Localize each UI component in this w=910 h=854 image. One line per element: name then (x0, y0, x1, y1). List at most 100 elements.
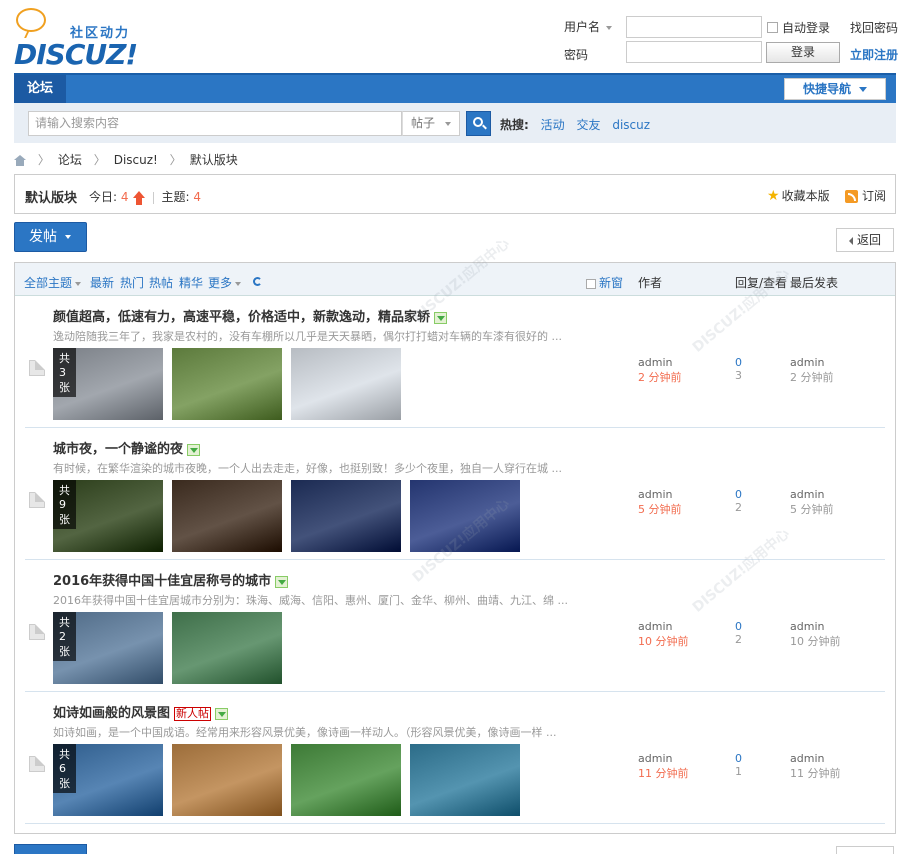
logo-bubble-icon (16, 8, 46, 32)
thread-summary: 2016年获得中国十佳宜居城市分别为：珠海、威海、信阳、惠州、厦门、金华、柳州、… (53, 594, 568, 607)
login-button[interactable]: 登录 (766, 42, 840, 63)
reply-count[interactable]: 0 (735, 752, 742, 765)
thread-summary: 如诗如画，是一个中国成语。经常用来形容风景优美，像诗画一样动人。（形容风景优美，… (53, 726, 557, 739)
image-attachment-icon (275, 575, 289, 588)
post-time: 5 分钟前 (638, 503, 682, 516)
chevron-down-icon (859, 87, 867, 92)
author-name[interactable]: admin (638, 620, 672, 633)
chevron-down-icon (235, 281, 242, 286)
last-post-time[interactable]: 2 分钟前 (790, 369, 834, 385)
last-post-time[interactable]: 5 分钟前 (790, 501, 834, 517)
hot-term-discuz[interactable]: discuz (612, 118, 650, 132)
subscribe-link[interactable]: 订阅 (845, 187, 886, 204)
thread-summary: 逸动陪随我三年了，我家是农村的，没有车棚所以几乎是天天暴晒，偶尔打打蜡对车辆的车… (53, 330, 562, 343)
breadcrumb-discuz[interactable]: Discuz! (114, 153, 158, 167)
breadcrumb-forum[interactable]: 论坛 (58, 153, 82, 167)
reply-view-count: 02 (735, 620, 742, 646)
thread-doc-icon (29, 624, 45, 640)
author-name[interactable]: admin (638, 488, 672, 501)
favorite-board-link[interactable]: ★ 收藏本版 (767, 187, 830, 204)
col-reply-view: 回复/查看 (735, 276, 788, 290)
reply-count[interactable]: 0 (735, 356, 742, 369)
image-count-badge: 共3张 (53, 348, 76, 397)
username-label[interactable]: 用户名 (564, 18, 613, 35)
thread-row[interactable]: 城市夜，一个静谧的夜 有时候，在繁华渲染的城市夜晚，一个人出去走走，好像，也挺别致… (15, 428, 895, 560)
thread-author: admin 5 分钟前 (638, 488, 682, 517)
author-name[interactable]: admin (638, 356, 672, 369)
thread-thumbnail[interactable] (172, 744, 282, 816)
back-button[interactable]: 返回 (836, 228, 894, 252)
thread-row[interactable]: 颜值超高，低速有力，高速平稳，价格适中，新款逸动，精品家轿逸动陪随我三年了，我家… (15, 296, 895, 428)
last-post: admin 2 分钟前 (790, 356, 834, 385)
chevron-down-icon (606, 25, 613, 30)
filter-more[interactable]: 更多 (208, 274, 242, 291)
home-icon[interactable] (14, 155, 26, 166)
last-post-author[interactable]: admin (790, 620, 824, 633)
forum-header: 默认版块 今日: 4 主题: 4 ★ 收藏本版 订阅 (14, 174, 896, 214)
new-user-badge: 新人帖 (174, 706, 212, 721)
thread-thumbnail[interactable] (172, 348, 282, 420)
auto-login-checkbox[interactable] (767, 22, 778, 33)
new-window-toggle[interactable]: 新窗 (586, 274, 623, 291)
chevron-down-icon (445, 121, 452, 126)
hot-term-activity[interactable]: 活动 (541, 118, 565, 132)
search-input[interactable]: 请输入搜索内容 (28, 111, 402, 136)
search-type-select[interactable]: 帖子 (402, 111, 460, 136)
refresh-icon[interactable] (253, 274, 262, 288)
nav-tab-forum[interactable]: 论坛 (14, 75, 66, 103)
thread-doc-icon (29, 492, 45, 508)
view-count: 2 (735, 501, 742, 514)
thread-author: admin 10 分钟前 (638, 620, 689, 649)
quick-nav-button[interactable]: 快捷导航 (784, 78, 886, 100)
thread-title[interactable]: 城市夜，一个静谧的夜 (53, 438, 201, 457)
reply-view-count: 01 (735, 752, 742, 778)
image-attachment-icon (187, 443, 201, 456)
thread-thumbnail[interactable] (410, 480, 520, 552)
last-post-author[interactable]: admin (790, 752, 824, 765)
thread-thumbnail[interactable] (291, 480, 401, 552)
logo-en-text: DISCUZ! (14, 38, 138, 71)
thread-title[interactable]: 2016年获得中国十佳宜居称号的城市 (53, 570, 289, 589)
thread-thumbnail[interactable] (172, 480, 282, 552)
last-post-author[interactable]: admin (790, 356, 824, 369)
new-post-button[interactable]: 发帖 (14, 222, 87, 252)
filter-digest[interactable]: 精华 (179, 274, 203, 291)
reply-count[interactable]: 0 (735, 488, 742, 501)
thread-thumbnail[interactable] (172, 612, 282, 684)
thread-doc-icon (29, 756, 45, 772)
thread-thumbnail[interactable] (291, 744, 401, 816)
hot-search-label: 热搜: (500, 118, 529, 132)
new-post-button-bottom[interactable] (14, 844, 87, 854)
new-window-checkbox[interactable] (586, 278, 596, 289)
back-button-bottom[interactable] (836, 846, 894, 854)
discuz-logo[interactable]: 社区动力 DISCUZ! (14, 6, 144, 71)
register-link[interactable]: 立即注册 (850, 46, 898, 63)
thread-title[interactable]: 颜值超高，低速有力，高速平稳，价格适中，新款逸动，精品家轿 (53, 306, 448, 325)
filter-all-topics[interactable]: 全部主题 (24, 274, 82, 291)
find-password-link[interactable]: 找回密码 (850, 19, 898, 36)
filter-latest[interactable]: 最新 (90, 274, 114, 291)
breadcrumb-default-board[interactable]: 默认版块 (190, 153, 238, 167)
image-count-badge: 共6张 (53, 744, 76, 793)
breadcrumb: 〉论坛 〉 Discuz! 〉默认版块 (14, 151, 238, 167)
last-post-author[interactable]: admin (790, 488, 824, 501)
password-input[interactable] (626, 41, 762, 63)
reply-count[interactable]: 0 (735, 620, 742, 633)
image-attachment-icon (434, 311, 448, 324)
thread-thumbnail[interactable] (410, 744, 520, 816)
hot-term-friends[interactable]: 交友 (576, 118, 600, 132)
last-post: admin 10 分钟前 (790, 620, 841, 649)
last-post-time[interactable]: 11 分钟前 (790, 765, 841, 781)
username-input[interactable] (626, 16, 762, 38)
post-time: 11 分钟前 (638, 767, 689, 780)
filter-hot[interactable]: 热门 (120, 274, 144, 291)
thread-thumbnail[interactable] (291, 348, 401, 420)
filter-hot-post[interactable]: 热帖 (149, 274, 173, 291)
thread-row[interactable]: 2016年获得中国十佳宜居称号的城市 2016年获得中国十佳宜居城市分别为：珠海、… (15, 560, 895, 692)
thread-row[interactable]: 如诗如画般的风景图 新人帖如诗如画，是一个中国成语。经常用来形容风景优美，像诗画一… (15, 692, 895, 824)
author-name[interactable]: admin (638, 752, 672, 765)
thread-title[interactable]: 如诗如画般的风景图 新人帖 (53, 702, 229, 721)
hot-search: 热搜: 活动 交友 discuz (500, 116, 650, 133)
search-button[interactable] (466, 111, 491, 136)
last-post-time[interactable]: 10 分钟前 (790, 633, 841, 649)
